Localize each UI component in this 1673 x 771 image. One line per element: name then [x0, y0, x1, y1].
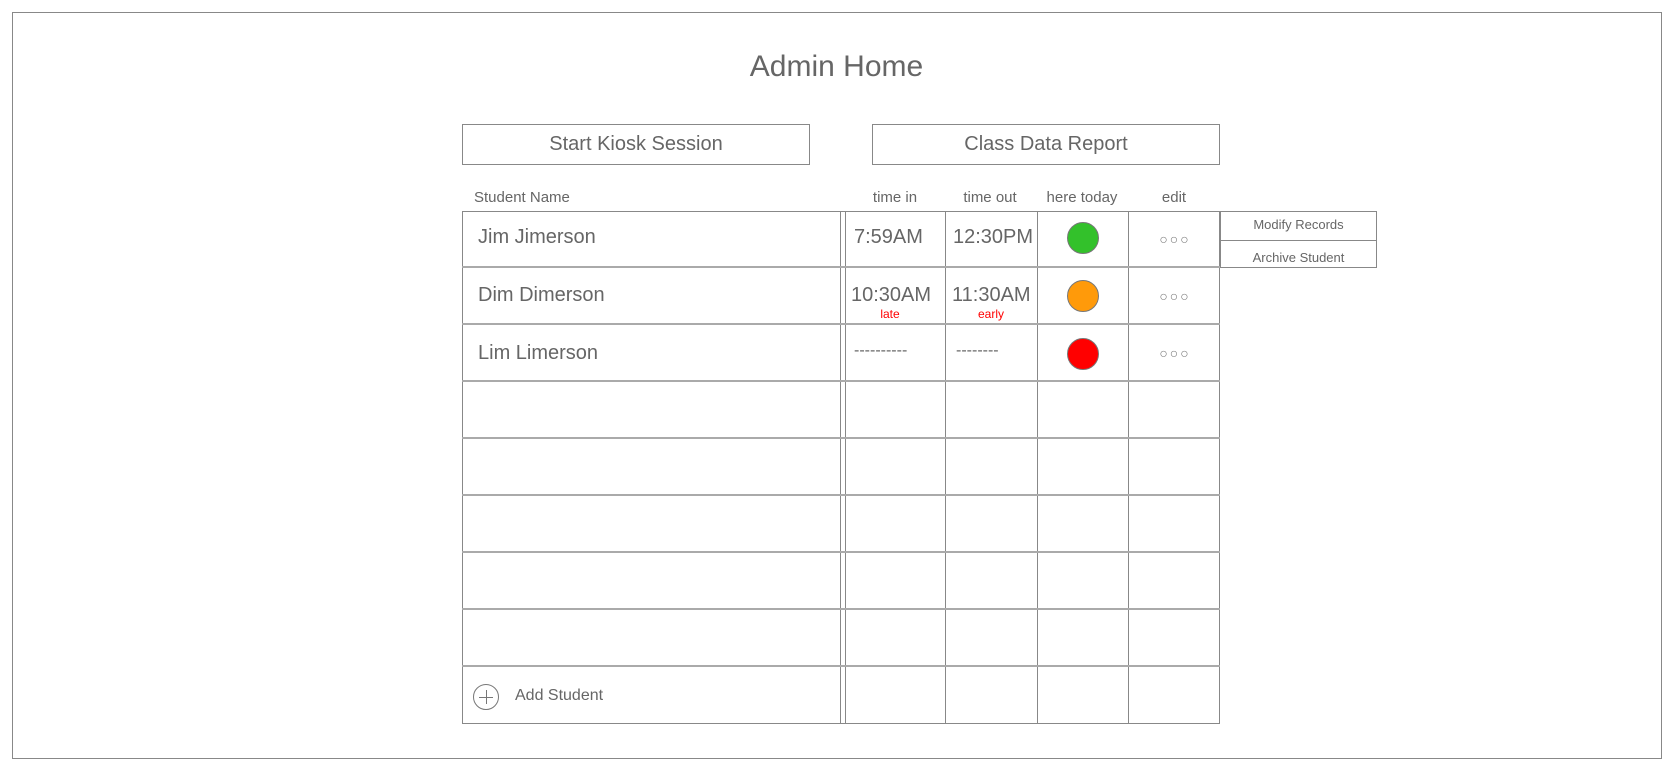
row-divider: [462, 380, 1220, 382]
late-badge: late: [880, 307, 900, 321]
student-name[interactable]: Jim Jimerson: [478, 226, 596, 249]
column-divider: [1037, 211, 1038, 724]
column-divider: [1128, 211, 1129, 724]
row-divider: [462, 608, 1220, 610]
time-out-value: --------: [956, 342, 999, 359]
header-student-name: Student Name: [474, 189, 570, 206]
edit-more-icon[interactable]: ○○○: [1150, 345, 1200, 361]
page-title: Admin Home: [749, 50, 924, 83]
row-divider: [462, 665, 1220, 667]
column-divider: [945, 211, 946, 724]
start-kiosk-session-button[interactable]: Start Kiosk Session: [462, 124, 810, 165]
header-time-out: time out: [963, 189, 1017, 206]
student-name[interactable]: Lim Limerson: [478, 342, 598, 365]
archive-student-menu-item[interactable]: Archive Student: [1221, 250, 1376, 265]
add-student-button[interactable]: Add Student: [473, 684, 673, 712]
time-in-value: ----------: [854, 342, 908, 359]
time-out-value: 12:30PM: [953, 226, 1034, 248]
modify-records-menu-item[interactable]: Modify Records: [1221, 217, 1376, 232]
status-indicator: [1067, 222, 1099, 254]
add-student-label: Add Student: [515, 687, 604, 704]
class-data-report-button[interactable]: Class Data Report: [872, 124, 1220, 165]
row-divider: [462, 551, 1220, 553]
column-divider: [845, 211, 846, 724]
header-here-today: here today: [1046, 189, 1118, 206]
student-name[interactable]: Dim Dimerson: [478, 284, 605, 307]
column-divider: [840, 211, 841, 724]
row-divider: [462, 437, 1220, 439]
row-divider: [462, 323, 1220, 325]
edit-menu: Modify Records Archive Student: [1220, 211, 1377, 268]
header-edit: edit: [1161, 189, 1187, 206]
menu-divider: [1221, 240, 1376, 241]
row-divider: [462, 494, 1220, 496]
time-in-value: 10:30AM: [851, 284, 932, 306]
status-indicator: [1067, 280, 1099, 312]
status-indicator: [1067, 338, 1099, 370]
row-divider: [462, 266, 1220, 268]
edit-more-icon[interactable]: ○○○: [1150, 288, 1200, 304]
time-in-value: 7:59AM: [854, 226, 923, 248]
early-badge: early: [977, 307, 1004, 321]
edit-more-icon[interactable]: ○○○: [1150, 231, 1200, 247]
header-time-in: time in: [872, 189, 918, 206]
plus-circle-icon: [473, 684, 499, 710]
time-out-value: 11:30AM: [952, 284, 1031, 306]
